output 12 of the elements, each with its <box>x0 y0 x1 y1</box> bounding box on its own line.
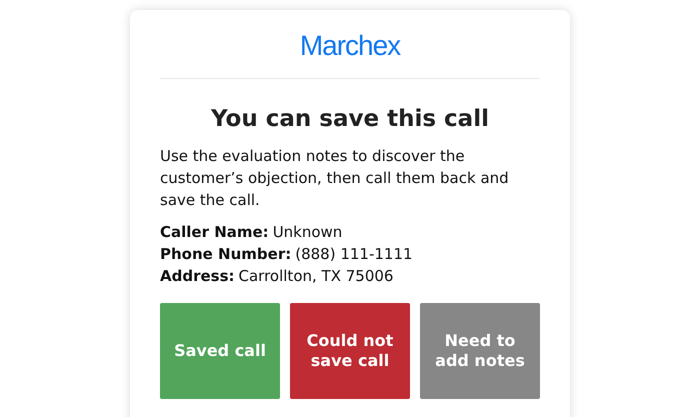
field-label: Caller Name: <box>160 222 269 243</box>
action-button[interactable]: Could not save call <box>290 303 410 399</box>
field-label: Phone Number: <box>160 244 292 265</box>
field-value: (888) 111-1111 <box>295 244 413 265</box>
field-label: Address: <box>160 266 235 287</box>
field-value: Carrollton, TX 75006 <box>238 266 394 287</box>
logo: Marchex <box>300 29 400 63</box>
action-button[interactable]: Need to add notes <box>420 303 540 399</box>
field-value: Unknown <box>272 222 342 243</box>
message-text: Use the evaluation notes to discover the customer’s objection, then call them back and save the call. <box>160 146 510 211</box>
action-button[interactable]: Saved call <box>160 303 280 399</box>
heading: You can save this call <box>210 105 490 134</box>
